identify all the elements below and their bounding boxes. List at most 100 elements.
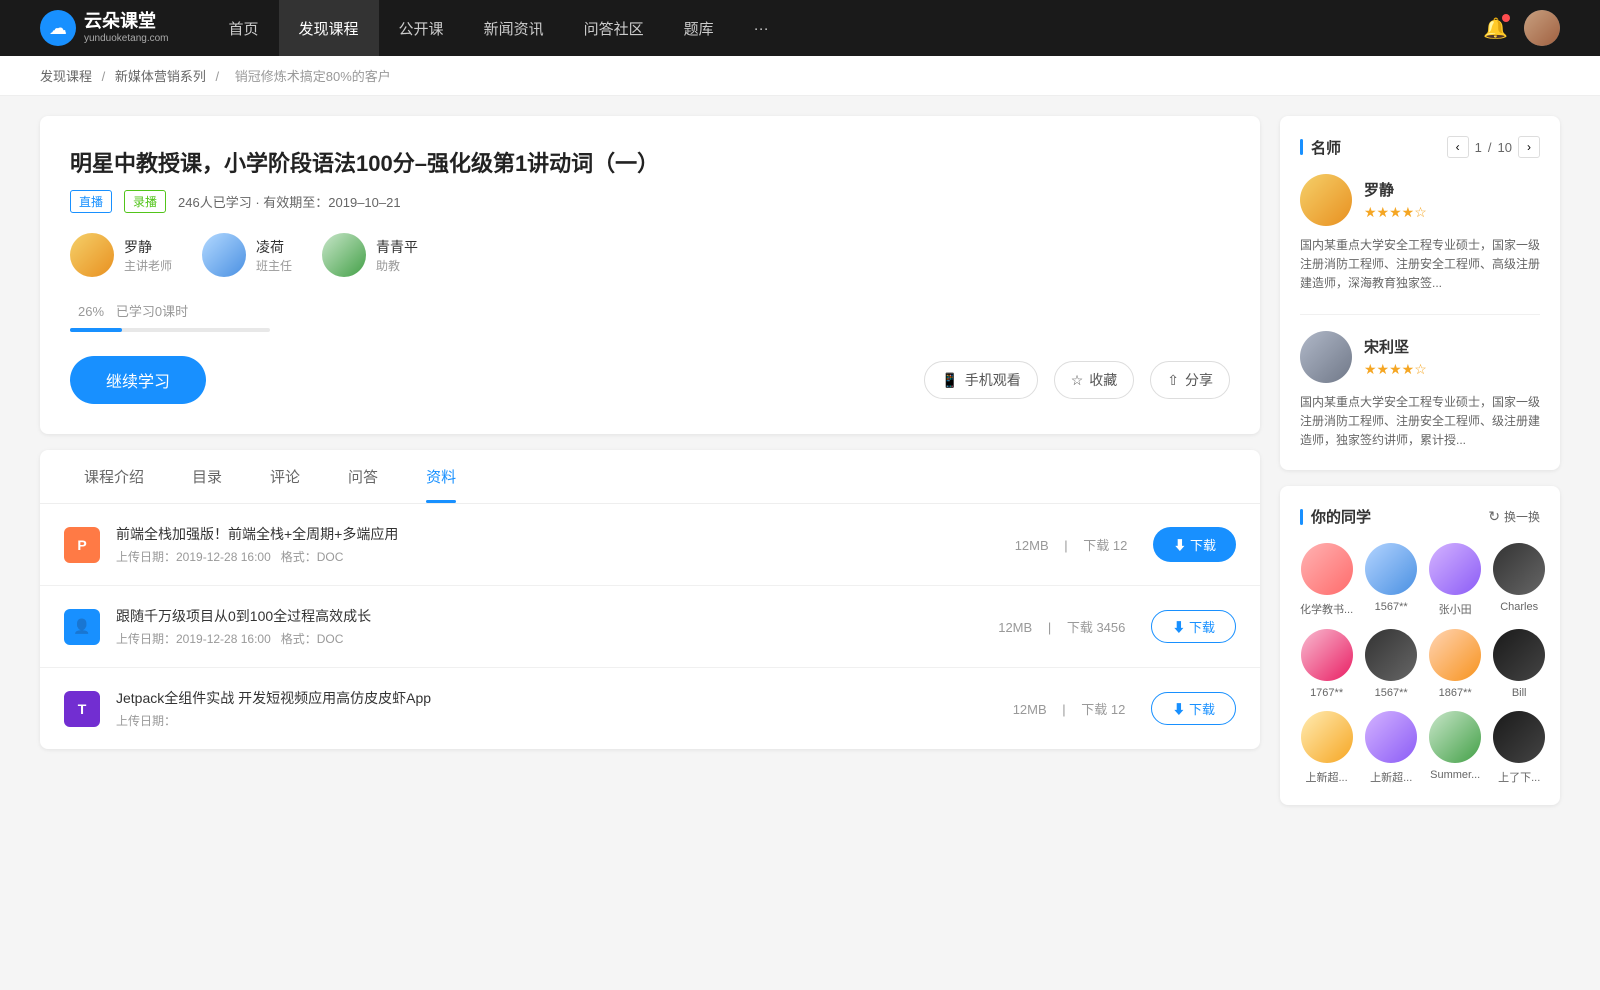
breadcrumb-link-discover[interactable]: 发现课程 bbox=[40, 69, 92, 84]
classmate-avatar-0 bbox=[1301, 543, 1353, 595]
logo-text: 云朵课堂 yunduoketang.com bbox=[84, 11, 169, 45]
classmate-name-3: Charles bbox=[1500, 601, 1538, 613]
share-button[interactable]: ⇧ 分享 bbox=[1150, 361, 1230, 399]
nav-open[interactable]: 公开课 bbox=[379, 0, 464, 56]
classmate-name-1: 1567** bbox=[1375, 601, 1408, 613]
teacher-0: 罗静 主讲老师 bbox=[70, 233, 172, 277]
user-avatar[interactable] bbox=[1524, 10, 1560, 46]
classmate-4[interactable]: 1767** bbox=[1300, 629, 1353, 699]
course-card: 明星中教授课，小学阶段语法100分–强化级第1讲动词（一） 直播 录播 246人… bbox=[40, 116, 1260, 434]
teacher-card-avatar-0 bbox=[1300, 174, 1352, 226]
file-item-1: 👤 跟随千万级项目从0到100全过程高效成长 上传日期：2019-12-28 1… bbox=[40, 586, 1260, 668]
progress-bar-bg bbox=[70, 328, 270, 332]
progress-bar-fill bbox=[70, 328, 122, 332]
teacher-card-details-1: 宋利坚 ★★★★☆ bbox=[1364, 336, 1427, 378]
teacher-card-details-0: 罗静 ★★★★☆ bbox=[1364, 179, 1427, 221]
page-prev-button[interactable]: ‹ bbox=[1447, 136, 1469, 158]
teachers-list: 罗静 主讲老师 凌荷 班主任 bbox=[70, 233, 1230, 277]
page-current: 1 bbox=[1475, 140, 1482, 155]
classmate-5[interactable]: 1567** bbox=[1365, 629, 1417, 699]
teacher-card-0: 罗静 ★★★★☆ 国内某重点大学安全工程专业硕士，国家一级注册消防工程师、注册安… bbox=[1300, 174, 1540, 294]
left-panel: 明星中教授课，小学阶段语法100分–强化级第1讲动词（一） 直播 录播 246人… bbox=[40, 116, 1260, 821]
classmates-card: 你的同学 ↻ 换一换 化学教书... 1567** bbox=[1280, 486, 1560, 805]
teachers-card-header: 名师 ‹ 1 / 10 › bbox=[1300, 136, 1540, 158]
teacher-avatar-0 bbox=[70, 233, 114, 277]
breadcrumb-sep-1: / bbox=[102, 69, 109, 84]
classmate-name-10: Summer... bbox=[1430, 769, 1480, 781]
classmate-0[interactable]: 化学教书... bbox=[1300, 543, 1353, 617]
tabs-content: P 前端全栈加强版！前端全栈+全周期+多端应用 上传日期：2019-12-28 … bbox=[40, 504, 1260, 749]
classmate-name-7: Bill bbox=[1512, 687, 1527, 699]
teacher-card-desc-0: 国内某重点大学安全工程专业硕士，国家一级注册消防工程师、注册安全工程师、高级注册… bbox=[1300, 236, 1540, 294]
download-button-2[interactable]: ⬇ 下载 bbox=[1151, 692, 1236, 725]
breadcrumb-link-series[interactable]: 新媒体营销系列 bbox=[115, 69, 206, 84]
classmate-2[interactable]: 张小田 bbox=[1429, 543, 1481, 617]
classmates-card-header: 你的同学 ↻ 换一换 bbox=[1300, 506, 1540, 527]
classmate-avatar-2 bbox=[1429, 543, 1481, 595]
file-meta-2: 上传日期： bbox=[116, 712, 1007, 729]
teacher-info-0: 罗静 主讲老师 bbox=[124, 237, 172, 274]
classmate-name-2: 张小田 bbox=[1439, 601, 1472, 617]
teacher-role-2: 助教 bbox=[376, 257, 418, 274]
classmate-1[interactable]: 1567** bbox=[1365, 543, 1417, 617]
tab-materials[interactable]: 资料 bbox=[402, 450, 480, 503]
classmate-avatar-1 bbox=[1365, 543, 1417, 595]
teacher-card-avatar-1 bbox=[1300, 331, 1352, 383]
classmate-name-5: 1567** bbox=[1375, 687, 1408, 699]
teachers-card-title: 名师 bbox=[1300, 137, 1341, 158]
teacher-avatar-1 bbox=[202, 233, 246, 277]
nav-qa[interactable]: 问答社区 bbox=[564, 0, 664, 56]
classmate-8[interactable]: 上新超... bbox=[1300, 711, 1353, 785]
nav-discover[interactable]: 发现课程 bbox=[279, 0, 379, 56]
classmate-6[interactable]: 1867** bbox=[1429, 629, 1481, 699]
classmate-11[interactable]: 上了下... bbox=[1493, 711, 1545, 785]
breadcrumb-current: 销冠修炼术搞定80%的客户 bbox=[235, 69, 391, 84]
classmate-avatar-3 bbox=[1493, 543, 1545, 595]
classmate-9[interactable]: 上新超... bbox=[1365, 711, 1417, 785]
mobile-watch-button[interactable]: 📱 手机观看 bbox=[924, 361, 1037, 399]
tab-contents[interactable]: 目录 bbox=[168, 450, 246, 503]
nav-exam[interactable]: 题库 bbox=[664, 0, 734, 56]
mobile-icon: 📱 bbox=[941, 372, 958, 389]
file-info-0: 前端全栈加强版！前端全栈+全周期+多端应用 上传日期：2019-12-28 16… bbox=[116, 524, 1009, 565]
classmate-7[interactable]: Bill bbox=[1493, 629, 1545, 699]
tabs-card: 课程介绍 目录 评论 问答 资料 P 前端全栈加强版！前端全栈+全周期+多端应用… bbox=[40, 450, 1260, 749]
progress-section: 26% 已学习0课时 bbox=[70, 301, 1230, 332]
file-item-2: T Jetpack全组件实战 开发短视频应用高仿皮皮虾App 上传日期： 12M… bbox=[40, 668, 1260, 749]
page-next-button[interactable]: › bbox=[1518, 136, 1540, 158]
teachers-card: 名师 ‹ 1 / 10 › 罗静 ★★★★☆ bbox=[1280, 116, 1560, 470]
logo[interactable]: ☁ 云朵课堂 yunduoketang.com bbox=[40, 10, 169, 46]
file-info-2: Jetpack全组件实战 开发短视频应用高仿皮皮虾App 上传日期： bbox=[116, 688, 1007, 729]
file-title-0: 前端全栈加强版！前端全栈+全周期+多端应用 bbox=[116, 524, 1009, 544]
teacher-stars-1: ★★★★☆ bbox=[1364, 361, 1427, 378]
file-stats-2: 12MB | 下载 12 bbox=[1007, 699, 1132, 718]
main-container: 明星中教授课，小学阶段语法100分–强化级第1讲动词（一） 直播 录播 246人… bbox=[0, 96, 1600, 841]
classmate-name-11: 上了下... bbox=[1498, 769, 1540, 785]
favorite-button[interactable]: ☆ 收藏 bbox=[1054, 361, 1135, 399]
nav-more[interactable]: ··· bbox=[734, 0, 789, 56]
classmate-3[interactable]: Charles bbox=[1493, 543, 1545, 617]
download-button-0[interactable]: ⬇ 下载 bbox=[1153, 527, 1236, 562]
continue-button[interactable]: 继续学习 bbox=[70, 356, 206, 404]
download-button-1[interactable]: ⬇ 下载 bbox=[1151, 610, 1236, 643]
classmate-avatar-5 bbox=[1365, 629, 1417, 681]
teacher-divider bbox=[1300, 314, 1540, 315]
refresh-button[interactable]: ↻ 换一换 bbox=[1488, 508, 1540, 525]
page-nav: ‹ 1 / 10 › bbox=[1447, 136, 1540, 158]
right-panel: 名师 ‹ 1 / 10 › 罗静 ★★★★☆ bbox=[1280, 116, 1560, 821]
breadcrumb-sep-2: / bbox=[216, 69, 223, 84]
classmate-10[interactable]: Summer... bbox=[1429, 711, 1481, 785]
refresh-icon: ↻ bbox=[1488, 508, 1500, 525]
nav-right: 🔔 bbox=[1483, 10, 1560, 46]
teacher-card-1: 宋利坚 ★★★★☆ 国内某重点大学安全工程专业硕士，国家一级注册消防工程师、注册… bbox=[1300, 331, 1540, 451]
nav-home[interactable]: 首页 bbox=[209, 0, 279, 56]
nav-news[interactable]: 新闻资讯 bbox=[464, 0, 564, 56]
teacher-1: 凌荷 班主任 bbox=[202, 233, 292, 277]
tab-intro[interactable]: 课程介绍 bbox=[60, 450, 168, 503]
course-meta-text: 246人已学习 · 有效期至：2019–10–21 bbox=[178, 192, 401, 211]
tab-reviews[interactable]: 评论 bbox=[246, 450, 324, 503]
notification-bell[interactable]: 🔔 bbox=[1483, 16, 1508, 41]
tab-qa[interactable]: 问答 bbox=[324, 450, 402, 503]
course-title: 明星中教授课，小学阶段语法100分–强化级第1讲动词（一） bbox=[70, 146, 1230, 178]
teacher-name-2: 青青平 bbox=[376, 237, 418, 257]
